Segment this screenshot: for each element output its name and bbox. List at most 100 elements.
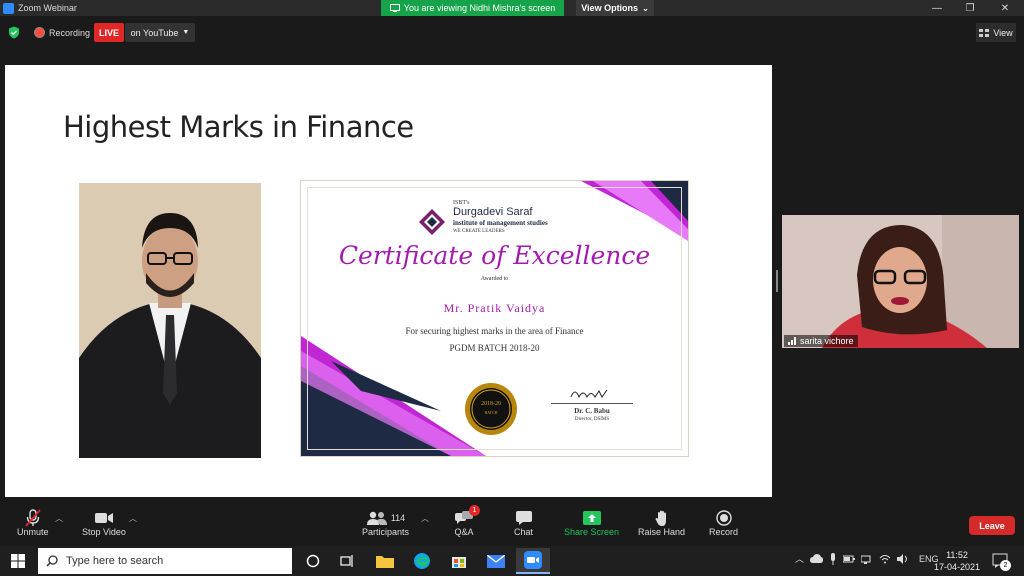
- participant-name: sarita vichore: [800, 336, 854, 346]
- view-label: View: [993, 27, 1013, 38]
- video-camera-icon: [94, 513, 113, 523]
- battery-icon[interactable]: [843, 554, 856, 564]
- wifi-icon[interactable]: [879, 554, 891, 564]
- volume-icon[interactable]: [897, 553, 909, 564]
- taskbar-zoom[interactable]: [516, 548, 550, 574]
- cert-reason: For securing highest marks in the area o…: [405, 326, 584, 336]
- view-button[interactable]: View: [976, 23, 1016, 42]
- participants-icon: [366, 511, 387, 525]
- cortana-button[interactable]: [296, 548, 330, 574]
- video-options-caret-icon[interactable]: ︿: [129, 513, 137, 524]
- signal-strength-icon: [788, 337, 796, 345]
- viewing-banner-text: You are viewing Nidhi Mishra's screen: [403, 3, 556, 13]
- panel-resize-handle[interactable]: [776, 270, 778, 292]
- caret-down-icon: ▼: [182, 29, 190, 36]
- stop-video-button[interactable]: Stop Video: [82, 509, 126, 537]
- audio-options-caret-icon[interactable]: ︿: [55, 513, 63, 524]
- participants-button[interactable]: 114 Participants: [362, 509, 409, 537]
- live-badge: LIVE: [94, 23, 124, 42]
- clock-date: 17-04-2021: [933, 562, 981, 572]
- recording-dot-icon: [34, 27, 45, 38]
- zoom-app-icon: [3, 2, 14, 14]
- cert-seal-sub: BATCH: [484, 410, 498, 415]
- folder-icon: [376, 556, 394, 568]
- taskbar-mail[interactable]: [479, 548, 513, 574]
- shared-screen: Highest Marks in Finance ISBT's Durgadev…: [5, 65, 772, 497]
- cert-org-name: Durgadevi Saraf: [453, 206, 533, 218]
- cortana-icon: [306, 554, 320, 568]
- task-view-button[interactable]: [330, 548, 364, 574]
- clock-time: 11:52: [946, 550, 968, 560]
- raise-hand-label: Raise Hand: [638, 527, 686, 537]
- participants-options-caret-icon[interactable]: ︿: [421, 513, 429, 524]
- raise-hand-icon: [655, 510, 666, 526]
- taskbar-file-explorer[interactable]: [368, 548, 402, 574]
- microphone-icon[interactable]: [829, 552, 837, 565]
- microphone-muted-icon: [25, 509, 41, 527]
- cert-recipient: Mr. Pratik Vaidya: [443, 301, 546, 315]
- record-button[interactable]: Record: [709, 509, 738, 537]
- cert-org-sub: institute of management studies: [453, 219, 548, 227]
- stop-video-label: Stop Video: [82, 527, 126, 537]
- unmute-button[interactable]: Unmute: [17, 509, 49, 537]
- mail-icon: [487, 554, 505, 568]
- security-shield-icon[interactable]: [8, 26, 20, 39]
- chat-label: Chat: [514, 527, 534, 537]
- onedrive-icon[interactable]: [810, 554, 824, 563]
- student-photo: [79, 183, 261, 458]
- minimize-button[interactable]: —: [922, 0, 952, 16]
- system-tray: ︿ ENG: [795, 552, 939, 565]
- record-icon: [715, 510, 732, 526]
- participant-name-tag: sarita vichore: [784, 335, 858, 347]
- recording-indicator: Recording: [34, 27, 90, 38]
- close-button[interactable]: ✕: [990, 0, 1020, 16]
- meeting-toolbar: Unmute ︿ Stop Video ︿ 114 Participants ︿…: [0, 503, 1024, 545]
- viewing-banner: You are viewing Nidhi Mishra's screen: [381, 0, 564, 16]
- gold-seal-icon: [465, 383, 517, 435]
- taskbar-search-box[interactable]: Type here to search: [38, 548, 292, 574]
- window-title: Zoom Webinar: [18, 3, 77, 13]
- cert-signatory-title: Director, DSIMS: [574, 417, 610, 422]
- notification-count: 2: [1000, 560, 1011, 571]
- chat-button[interactable]: Chat: [514, 509, 533, 537]
- leave-button[interactable]: Leave: [969, 516, 1015, 535]
- network-icon[interactable]: [861, 554, 873, 564]
- participant-video-tile[interactable]: sarita vichore: [782, 215, 1019, 348]
- participant-video-image: [782, 215, 1019, 348]
- view-options-button[interactable]: View Options ⌄: [576, 0, 654, 16]
- signature-line: [551, 403, 633, 404]
- view-options-label: View Options: [581, 3, 639, 13]
- cert-batch: PGDM BATCH 2018-20: [449, 343, 540, 353]
- taskbar-edge[interactable]: [405, 548, 439, 574]
- cert-seal-text: 2018-20: [481, 401, 501, 407]
- cert-org-tagline: WE CREATE LEADERS: [453, 229, 505, 234]
- windows-start-icon[interactable]: [11, 554, 25, 568]
- slide-title: Highest Marks in Finance: [63, 110, 414, 144]
- cert-awarded-to: Awarded to: [480, 276, 509, 282]
- raise-hand-button[interactable]: Raise Hand: [638, 509, 685, 537]
- qa-badge: 1: [469, 505, 480, 516]
- chat-icon: [515, 511, 532, 525]
- cert-heading: Certificate of Excellence: [338, 241, 651, 270]
- restore-button[interactable]: ❐: [955, 0, 985, 16]
- edge-browser-icon: [414, 553, 430, 569]
- live-label: LIVE: [98, 27, 119, 38]
- leave-label: Leave: [979, 520, 1005, 531]
- share-screen-label: Share Screen: [564, 527, 620, 537]
- live-stream-dropdown[interactable]: on YouTube ▼: [125, 23, 195, 42]
- institute-logo-icon: [419, 209, 445, 235]
- grid-view-icon: [979, 28, 990, 37]
- participants-count: 114: [390, 513, 406, 523]
- qa-button[interactable]: 1 Q&A: [454, 505, 480, 537]
- tray-expand-icon[interactable]: ︿: [795, 552, 804, 565]
- signature-image: [570, 389, 608, 399]
- qa-label: Q&A: [454, 527, 474, 537]
- task-view-icon: [340, 555, 353, 567]
- share-screen-button[interactable]: Share Screen: [564, 509, 619, 537]
- action-center-button[interactable]: 2: [990, 551, 1012, 571]
- stream-label: on YouTube: [130, 27, 179, 38]
- taskbar-store[interactable]: [442, 548, 476, 574]
- search-icon: [46, 555, 58, 567]
- taskbar-clock[interactable]: 11:52 17-04-2021: [932, 549, 982, 573]
- zoom-icon: [524, 551, 542, 569]
